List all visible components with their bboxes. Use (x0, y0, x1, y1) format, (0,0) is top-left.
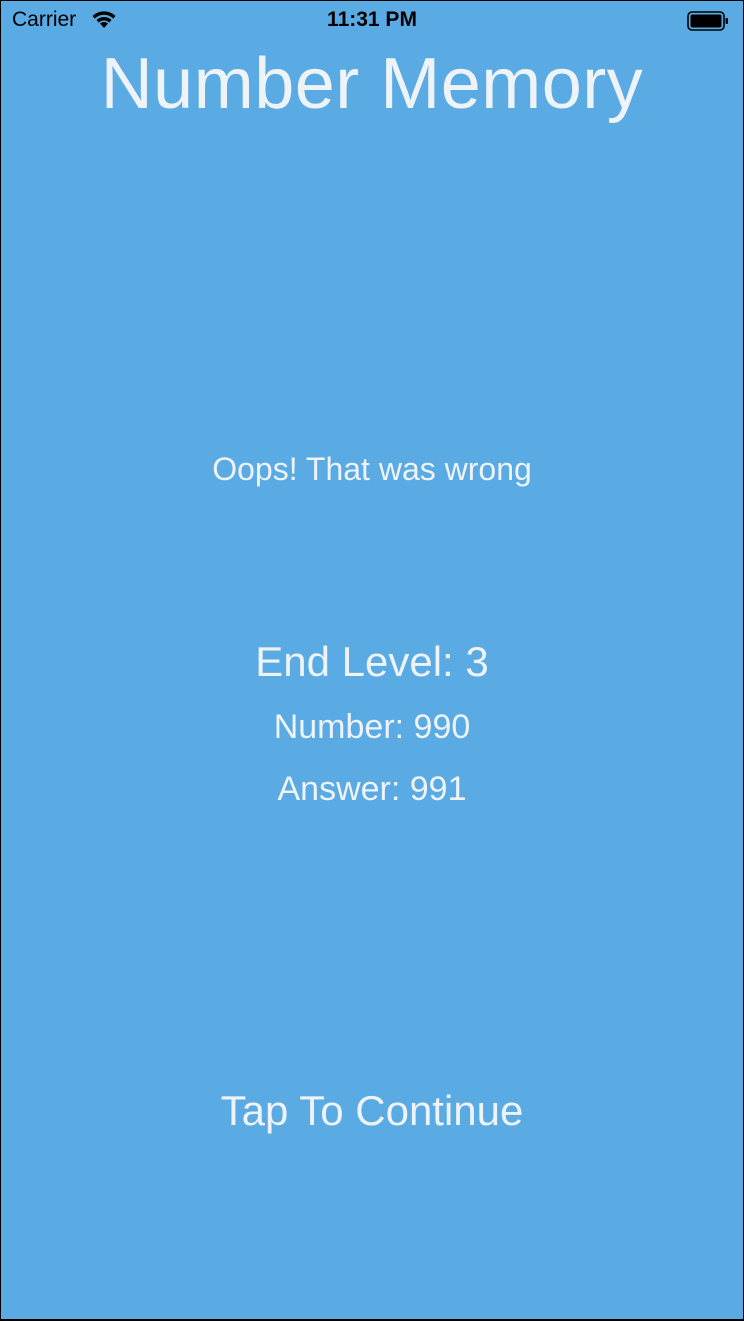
tap-to-continue-button[interactable]: Tap To Continue (1, 1087, 743, 1135)
status-bar: Carrier 11:31 PM (1, 1, 743, 41)
status-time: 11:31 PM (327, 8, 417, 31)
user-answer: Answer: 991 (1, 770, 743, 809)
end-level-value: 3 (465, 638, 489, 685)
answer-value: 991 (409, 770, 467, 808)
game-screen[interactable]: Carrier 11:31 PM Number Memory Oops! Tha… (1, 1, 743, 1319)
target-number: Number: 990 (1, 708, 743, 747)
number-label: Number: (273, 708, 414, 746)
battery-icon (687, 11, 728, 31)
number-value: 990 (413, 708, 471, 746)
end-level: End Level: 3 (1, 638, 743, 686)
app-title: Number Memory (100, 44, 644, 124)
result-message: Oops! That was wrong (212, 451, 532, 487)
end-level-label: End Level: (255, 638, 466, 685)
answer-label: Answer: (277, 770, 410, 808)
